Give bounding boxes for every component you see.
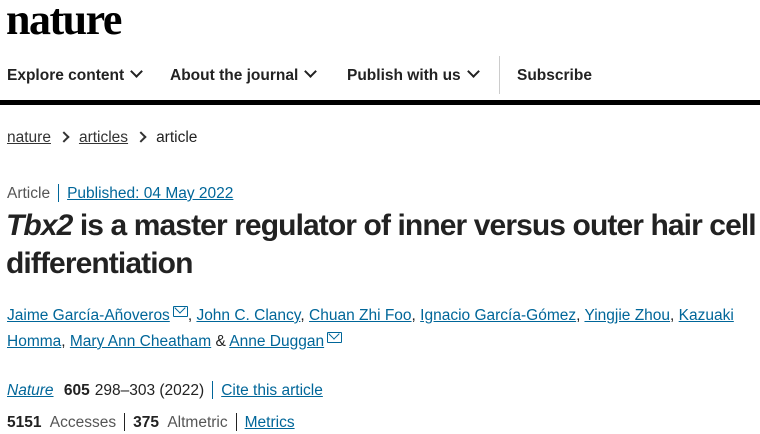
breadcrumb-nature[interactable]: nature — [7, 129, 51, 146]
author-link[interactable]: Ignacio García-Gómez — [420, 307, 576, 324]
published-date-link[interactable]: Published: 04 May 2022 — [67, 185, 233, 202]
divider — [235, 412, 237, 431]
article-type: Article — [7, 185, 51, 202]
accesses-count: 5151 — [7, 414, 42, 431]
divider — [124, 412, 126, 431]
breadcrumb-current: article — [156, 129, 198, 146]
metrics-line: 5151 Accesses 375 Altmetric Metrics — [7, 412, 295, 434]
nav-about-journal[interactable]: About the journal — [170, 54, 318, 98]
title-gene-name: Tbx2 — [6, 209, 73, 242]
subscribe-link[interactable]: Subscribe — [517, 54, 592, 98]
author-link[interactable]: Jaime García-Añoveros — [7, 307, 170, 324]
pages-year: 298–303 (2022) — [94, 382, 205, 399]
nav-item-label: About the journal — [170, 67, 299, 84]
nav-divider — [499, 56, 500, 94]
email-icon[interactable] — [327, 332, 343, 343]
nav-item-label: Publish with us — [347, 67, 461, 84]
author-link[interactable]: Anne Duggan — [229, 333, 324, 350]
chevron-down-icon — [304, 65, 318, 78]
email-icon[interactable] — [172, 306, 188, 317]
article-title: Tbx2 is a master regulator of inner vers… — [6, 207, 760, 283]
divider — [212, 380, 214, 399]
accesses-label: Accesses — [49, 414, 117, 431]
divider — [58, 183, 60, 202]
chevron-down-icon — [466, 65, 480, 78]
nature-logo[interactable]: nature — [6, 0, 122, 42]
nav-explore-content[interactable]: Explore content — [7, 54, 144, 98]
nav-bottom-bar — [0, 100, 760, 105]
journal-link[interactable]: Nature — [7, 382, 54, 399]
metrics-link[interactable]: Metrics — [245, 414, 295, 431]
main-nav: Explore content About the journal Publis… — [0, 54, 760, 98]
citation-line: Nature 605 298–303 (2022) Cite this articl… — [7, 380, 323, 402]
breadcrumb-articles[interactable]: articles — [79, 129, 128, 146]
breadcrumb: nature articles article — [7, 127, 197, 149]
article-meta: Article Published: 04 May 2022 — [7, 183, 233, 205]
altmetric-score: 375 — [133, 414, 160, 431]
cite-this-article-link[interactable]: Cite this article — [221, 382, 323, 399]
altmetric-label: Altmetric — [167, 414, 228, 431]
title-text: is a master regulator of inner versus ou… — [6, 209, 757, 280]
nav-item-label: Explore content — [7, 67, 125, 84]
volume: 605 — [63, 382, 90, 399]
nav-publish-with-us[interactable]: Publish with us — [347, 54, 480, 98]
chevron-right-icon — [135, 131, 147, 143]
author-link[interactable]: Mary Ann Cheatham — [70, 333, 211, 350]
author-link[interactable]: Chuan Zhi Foo — [309, 307, 412, 324]
chevron-right-icon — [58, 131, 70, 143]
chevron-down-icon — [130, 65, 144, 78]
author-link[interactable]: Yingjie Zhou — [584, 307, 670, 324]
author-list: Jaime García-Añoveros, John C. Clancy, C… — [7, 306, 734, 350]
author-link[interactable]: John C. Clancy — [196, 307, 300, 324]
